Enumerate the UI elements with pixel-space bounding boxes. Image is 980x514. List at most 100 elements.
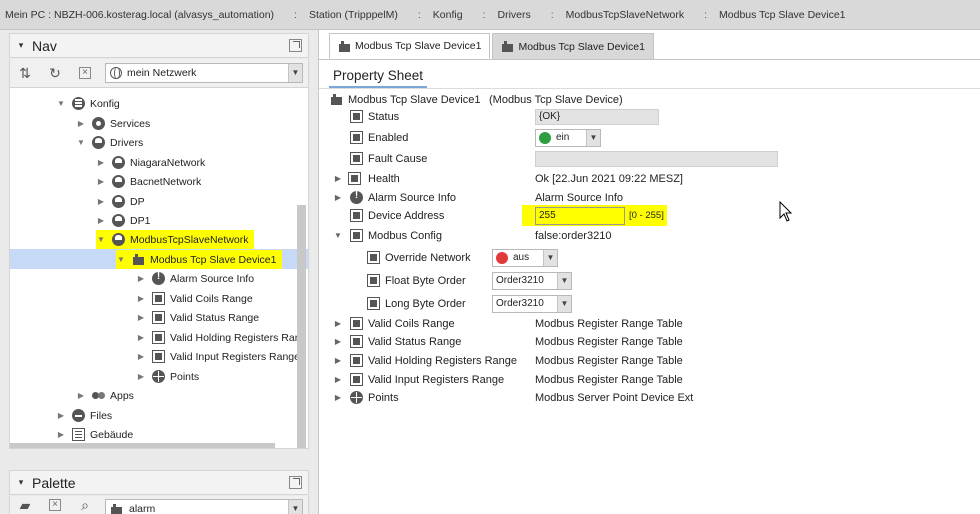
property-icon: [350, 229, 363, 242]
tree-node-drivers[interactable]: ▼ Drivers: [76, 133, 143, 152]
expand-arrow-icon[interactable]: ▶: [56, 430, 66, 439]
address-range-hint: [0 - 255]: [629, 210, 664, 221]
maximize-icon[interactable]: [289, 39, 302, 52]
tree-node-valid-holding-registers-range[interactable]: ▶ Valid Holding Registers Rang: [136, 328, 306, 347]
collapse-arrow-icon[interactable]: ▼: [334, 231, 342, 240]
tree-node-label: DP: [130, 195, 145, 208]
tree-node-bacnetnetwork[interactable]: ▶ BacnetNetwork: [96, 172, 201, 191]
chevron-down-icon[interactable]: ▼: [557, 272, 571, 289]
tab-device-inactive[interactable]: Modbus Tcp Slave Device1: [492, 33, 654, 59]
palette-pane-header: ▾ Palette: [9, 470, 309, 495]
collapse-arrow-icon[interactable]: ▼: [116, 255, 126, 264]
collapse-arrow-icon[interactable]: ▼: [96, 235, 106, 244]
expand-arrow-icon[interactable]: ▶: [96, 177, 106, 186]
maximize-icon[interactable]: [289, 476, 302, 489]
collapse-arrow-icon[interactable]: ▼: [56, 99, 66, 108]
breadcrumb-item[interactable]: Mein PC : NBZH-006.kosterag.local (alvas…: [5, 9, 274, 21]
breadcrumb-item[interactable]: Modbus Tcp Slave Device1: [719, 9, 845, 21]
tree-node-modbus-tcp-slave-device1[interactable]: ▼ Modbus Tcp Slave Device1: [116, 250, 283, 269]
chevron-down-icon[interactable]: ▼: [557, 295, 571, 312]
collapse-arrow-icon[interactable]: ▼: [76, 138, 86, 147]
tree-horizontal-scrollbar[interactable]: [10, 443, 275, 448]
expand-arrow-icon[interactable]: ▶: [334, 193, 342, 202]
property-icon: [350, 131, 363, 144]
tree-node-services[interactable]: ▶ Services: [76, 114, 150, 133]
expand-arrow-icon[interactable]: ▶: [136, 333, 146, 342]
tree-node-dp1[interactable]: ▶ DP1: [96, 211, 150, 230]
override-value: aus: [513, 252, 530, 263]
device-address-input[interactable]: 255: [535, 206, 625, 225]
expand-arrow-icon[interactable]: ▶: [96, 216, 106, 225]
gear-icon: [92, 117, 105, 130]
expand-arrow-icon[interactable]: ▶: [76, 119, 86, 128]
breadcrumb-item[interactable]: Station (TripppelM): [309, 9, 398, 21]
chevron-down-icon[interactable]: ▼: [288, 64, 302, 82]
nav-tree: ▼ Konfig ▶ Services ▼ Drivers ▶ NiagaraN…: [9, 87, 309, 449]
expand-arrow-icon[interactable]: ▶: [334, 375, 342, 384]
find-icon[interactable]: ⌕: [70, 496, 100, 514]
breadcrumb-item[interactable]: ModbusTcpSlaveNetwork: [566, 9, 684, 21]
tree-node-dp[interactable]: ▶ DP: [96, 192, 145, 211]
tree-vertical-scrollbar[interactable]: [297, 205, 306, 448]
tree-node-alarm-source-info[interactable]: ▶ Alarm Source Info: [136, 269, 254, 288]
tree-node-valid-status-range[interactable]: ▶ Valid Status Range: [136, 308, 259, 327]
tree-node-files[interactable]: ▶ Files: [56, 406, 112, 425]
expand-arrow-icon[interactable]: ▶: [334, 393, 342, 402]
tree-node-konfig[interactable]: ▼ Konfig: [56, 94, 120, 113]
tab-label: Modbus Tcp Slave Device1: [355, 40, 482, 52]
expand-arrow-icon[interactable]: ▶: [136, 274, 146, 283]
mouse-cursor-icon: [779, 201, 793, 222]
expand-arrow-icon[interactable]: ▶: [76, 391, 86, 400]
long-byte-order-dropdown[interactable]: Order3210 ▼: [492, 294, 572, 313]
expand-arrow-icon[interactable]: ▶: [136, 352, 146, 361]
tab-divider: [319, 59, 980, 60]
expand-arrow-icon[interactable]: ▶: [334, 174, 342, 183]
tree-node-modbustcpslavenetwork[interactable]: ▼ ModbusTcpSlaveNetwork: [96, 230, 255, 249]
tree-node-points[interactable]: ▶ Points: [136, 367, 199, 386]
expand-arrow-icon[interactable]: ▶: [56, 411, 66, 420]
expand-arrow-icon[interactable]: ▶: [96, 158, 106, 167]
expand-arrow-icon[interactable]: ▶: [136, 294, 146, 303]
device-icon: [330, 93, 343, 106]
expand-arrow-icon[interactable]: ▶: [136, 372, 146, 381]
view-title[interactable]: Property Sheet: [329, 64, 428, 88]
float-byte-order-dropdown[interactable]: Order3210 ▼: [492, 271, 572, 290]
close-tree-icon[interactable]: ×: [70, 63, 100, 83]
open-folder-icon[interactable]: ▰: [10, 496, 40, 514]
override-network-dropdown[interactable]: aus ▼: [492, 248, 558, 267]
chevron-down-icon[interactable]: ▼: [288, 500, 302, 514]
expand-arrow-icon[interactable]: ▶: [334, 319, 342, 328]
tree-node-gebaeude[interactable]: ▶ Gebäude: [56, 425, 133, 444]
tree-node-niagaranetwork[interactable]: ▶ NiagaraNetwork: [96, 153, 205, 172]
network-icon: [112, 156, 125, 169]
refresh-icon[interactable]: ↻: [40, 63, 70, 83]
device-icon: [132, 253, 145, 266]
tree-node-apps[interactable]: ▶ Apps: [76, 386, 134, 405]
property-label: Valid Status Range: [368, 335, 462, 348]
tree-node-valid-input-registers-range[interactable]: ▶ Valid Input Registers Range: [136, 347, 300, 366]
network-select[interactable]: mein Netzwerk ▼: [105, 63, 303, 83]
collapse-chevron-icon[interactable]: ▾: [10, 477, 32, 488]
sync-arrows-icon[interactable]: ⇅: [10, 63, 40, 83]
enabled-dropdown[interactable]: ein ▼: [535, 128, 601, 147]
collapse-chevron-icon[interactable]: ▾: [10, 40, 32, 51]
breadcrumb-item[interactable]: Drivers: [497, 9, 530, 21]
expand-arrow-icon[interactable]: ▶: [334, 356, 342, 365]
tree-node-valid-coils-range[interactable]: ▶ Valid Coils Range: [136, 289, 253, 308]
breadcrumb-separator: :: [704, 8, 708, 21]
palette-select[interactable]: alarm ▼: [105, 499, 303, 514]
close-palette-icon[interactable]: ×: [40, 496, 70, 514]
health-value: Ok [22.Jun 2021 09:22 MESZ]: [535, 172, 683, 185]
chevron-down-icon[interactable]: ▼: [586, 129, 600, 146]
property-row-valid-input-registers-range: ▶ Valid Input Registers Range Modbus Reg…: [319, 370, 980, 389]
monitor-icon: [348, 172, 361, 185]
breadcrumb-item[interactable]: Konfig: [433, 9, 463, 21]
tab-device-active[interactable]: Modbus Tcp Slave Device1: [329, 33, 491, 59]
chevron-down-icon[interactable]: ▼: [543, 249, 557, 266]
network-icon: [112, 233, 125, 246]
expand-arrow-icon[interactable]: ▶: [96, 197, 106, 206]
network-icon: [112, 195, 125, 208]
expand-arrow-icon[interactable]: ▶: [136, 313, 146, 322]
property-row-device-address: Device Address 255 [0 - 255]: [319, 205, 980, 226]
expand-arrow-icon[interactable]: ▶: [334, 337, 342, 346]
